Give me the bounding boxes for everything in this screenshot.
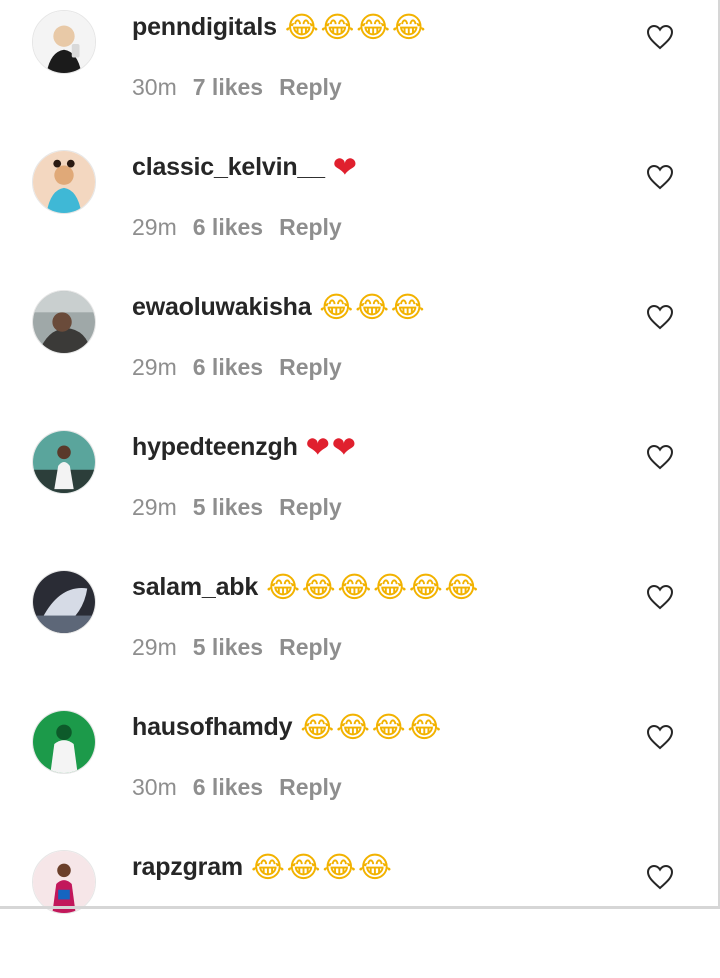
heart-outline-icon[interactable] (646, 864, 674, 890)
reply-button[interactable]: Reply (279, 354, 342, 380)
comment-username[interactable]: classic_kelvin__ ❤ (132, 152, 359, 184)
avatar[interactable] (32, 710, 96, 774)
comment-meta: 29m 5 likes Reply (132, 634, 342, 660)
heart-outline-icon[interactable] (646, 584, 674, 610)
reply-button[interactable]: Reply (279, 634, 342, 660)
likes-count[interactable]: 7 likes (193, 74, 263, 100)
likes-count[interactable]: 6 likes (193, 774, 263, 800)
laugh-emoji-icon: 😂 (391, 10, 426, 44)
comment-text: 😂😂😂😂 (285, 12, 428, 44)
comment-meta: 29m 5 likes Reply (132, 494, 342, 520)
avatar[interactable] (32, 150, 96, 214)
avatar[interactable] (32, 430, 96, 494)
comment-username[interactable]: salam_abk 😂😂😂😂😂😂 (132, 572, 480, 604)
username-text[interactable]: hypedteenzgh (132, 433, 298, 461)
laugh-emoji-icon: 😂 (250, 850, 285, 884)
laugh-emoji-icon: 😂 (322, 850, 356, 884)
reply-button[interactable]: Reply (279, 214, 342, 240)
avatar[interactable] (32, 570, 96, 634)
comment-time: 29m (132, 214, 177, 240)
comment-meta: 30m 7 likes Reply (132, 74, 342, 100)
comment-text: ❤❤ (306, 432, 358, 464)
comment-item: penndigitals 😂😂😂😂 30m 7 likes Reply (0, 0, 718, 138)
red-heart-emoji-icon: ❤ (331, 430, 356, 464)
username-text[interactable]: ewaoluwakisha (132, 293, 312, 321)
laugh-emoji-icon: 😂 (355, 290, 389, 324)
comment-item: salam_abk 😂😂😂😂😂😂 29m 5 likes Reply (0, 558, 718, 698)
laugh-emoji-icon: 😂 (301, 570, 336, 604)
comment-meta: 29m 6 likes Reply (132, 354, 342, 380)
comment-meta: 30m 6 likes Reply (132, 774, 342, 800)
laugh-emoji-icon: 😂 (286, 850, 321, 884)
laugh-emoji-icon: 😂 (358, 850, 392, 884)
heart-outline-icon[interactable] (646, 24, 674, 50)
laugh-emoji-icon: 😂 (373, 570, 407, 604)
likes-count[interactable]: 5 likes (193, 494, 263, 520)
comment-item: classic_kelvin__ ❤ 29m 6 likes Reply (0, 138, 718, 278)
username-text[interactable]: salam_abk (132, 573, 258, 601)
laugh-emoji-icon: 😂 (320, 10, 355, 44)
comment-time: 30m (132, 74, 177, 100)
laugh-emoji-icon: 😂 (356, 10, 390, 44)
laugh-emoji-icon: 😂 (319, 290, 354, 324)
avatar[interactable] (32, 290, 96, 354)
username-text[interactable]: hausofhamdy (132, 713, 293, 741)
comment-username[interactable]: hypedteenzgh ❤❤ (132, 432, 358, 464)
comment-time: 29m (132, 354, 177, 380)
comment-text: 😂😂😂 (319, 292, 426, 324)
laugh-emoji-icon: 😂 (371, 710, 406, 744)
laugh-emoji-icon: 😂 (407, 710, 442, 744)
comment-text: 😂😂😂😂 (300, 712, 443, 744)
avatar[interactable] (32, 10, 96, 74)
comment-username[interactable]: hausofhamdy 😂😂😂😂 (132, 712, 443, 744)
laugh-emoji-icon: 😂 (300, 710, 335, 744)
likes-count[interactable]: 5 likes (193, 634, 263, 660)
red-heart-emoji-icon: ❤ (332, 150, 357, 184)
comment-time: 30m (132, 774, 177, 800)
reply-button[interactable]: Reply (279, 74, 342, 100)
comment-meta: 29m 6 likes Reply (132, 214, 342, 240)
heart-outline-icon[interactable] (646, 724, 674, 750)
heart-outline-icon[interactable] (646, 304, 674, 330)
comment-item: ewaoluwakisha 😂😂😂 29m 6 likes Reply (0, 278, 718, 418)
laugh-emoji-icon: 😂 (284, 10, 319, 44)
username-text[interactable]: classic_kelvin__ (132, 153, 325, 181)
likes-count[interactable]: 6 likes (193, 354, 263, 380)
username-text[interactable]: penndigitals (132, 13, 277, 41)
comment-item: hausofhamdy 😂😂😂😂 30m 6 likes Reply (0, 698, 718, 838)
comment-text: 😂😂😂😂 (251, 852, 394, 884)
comment-time: 29m (132, 494, 177, 520)
laugh-emoji-icon: 😂 (444, 570, 479, 604)
comment-text: ❤ (333, 152, 359, 184)
comment-text: 😂😂😂😂😂😂 (266, 572, 480, 604)
laugh-emoji-icon: 😂 (266, 570, 300, 604)
laugh-emoji-icon: 😂 (390, 290, 425, 324)
avatar[interactable] (32, 850, 96, 914)
red-heart-emoji-icon: ❤ (305, 430, 330, 464)
laugh-emoji-icon: 😂 (408, 570, 443, 604)
laugh-emoji-icon: 😂 (336, 710, 370, 744)
reply-button[interactable]: Reply (279, 774, 342, 800)
comment-username[interactable]: rapzgram 😂😂😂😂 (132, 852, 394, 884)
comment-item: hypedteenzgh ❤❤ 29m 5 likes Reply (0, 418, 718, 558)
reply-button[interactable]: Reply (279, 494, 342, 520)
username-text[interactable]: rapzgram (132, 853, 243, 881)
laugh-emoji-icon: 😂 (337, 570, 372, 604)
comment-username[interactable]: penndigitals 😂😂😂😂 (132, 12, 428, 44)
likes-count[interactable]: 6 likes (193, 214, 263, 240)
heart-outline-icon[interactable] (646, 444, 674, 470)
heart-outline-icon[interactable] (646, 164, 674, 190)
comment-username[interactable]: ewaoluwakisha 😂😂😂 (132, 292, 426, 324)
comment-time: 29m (132, 634, 177, 660)
